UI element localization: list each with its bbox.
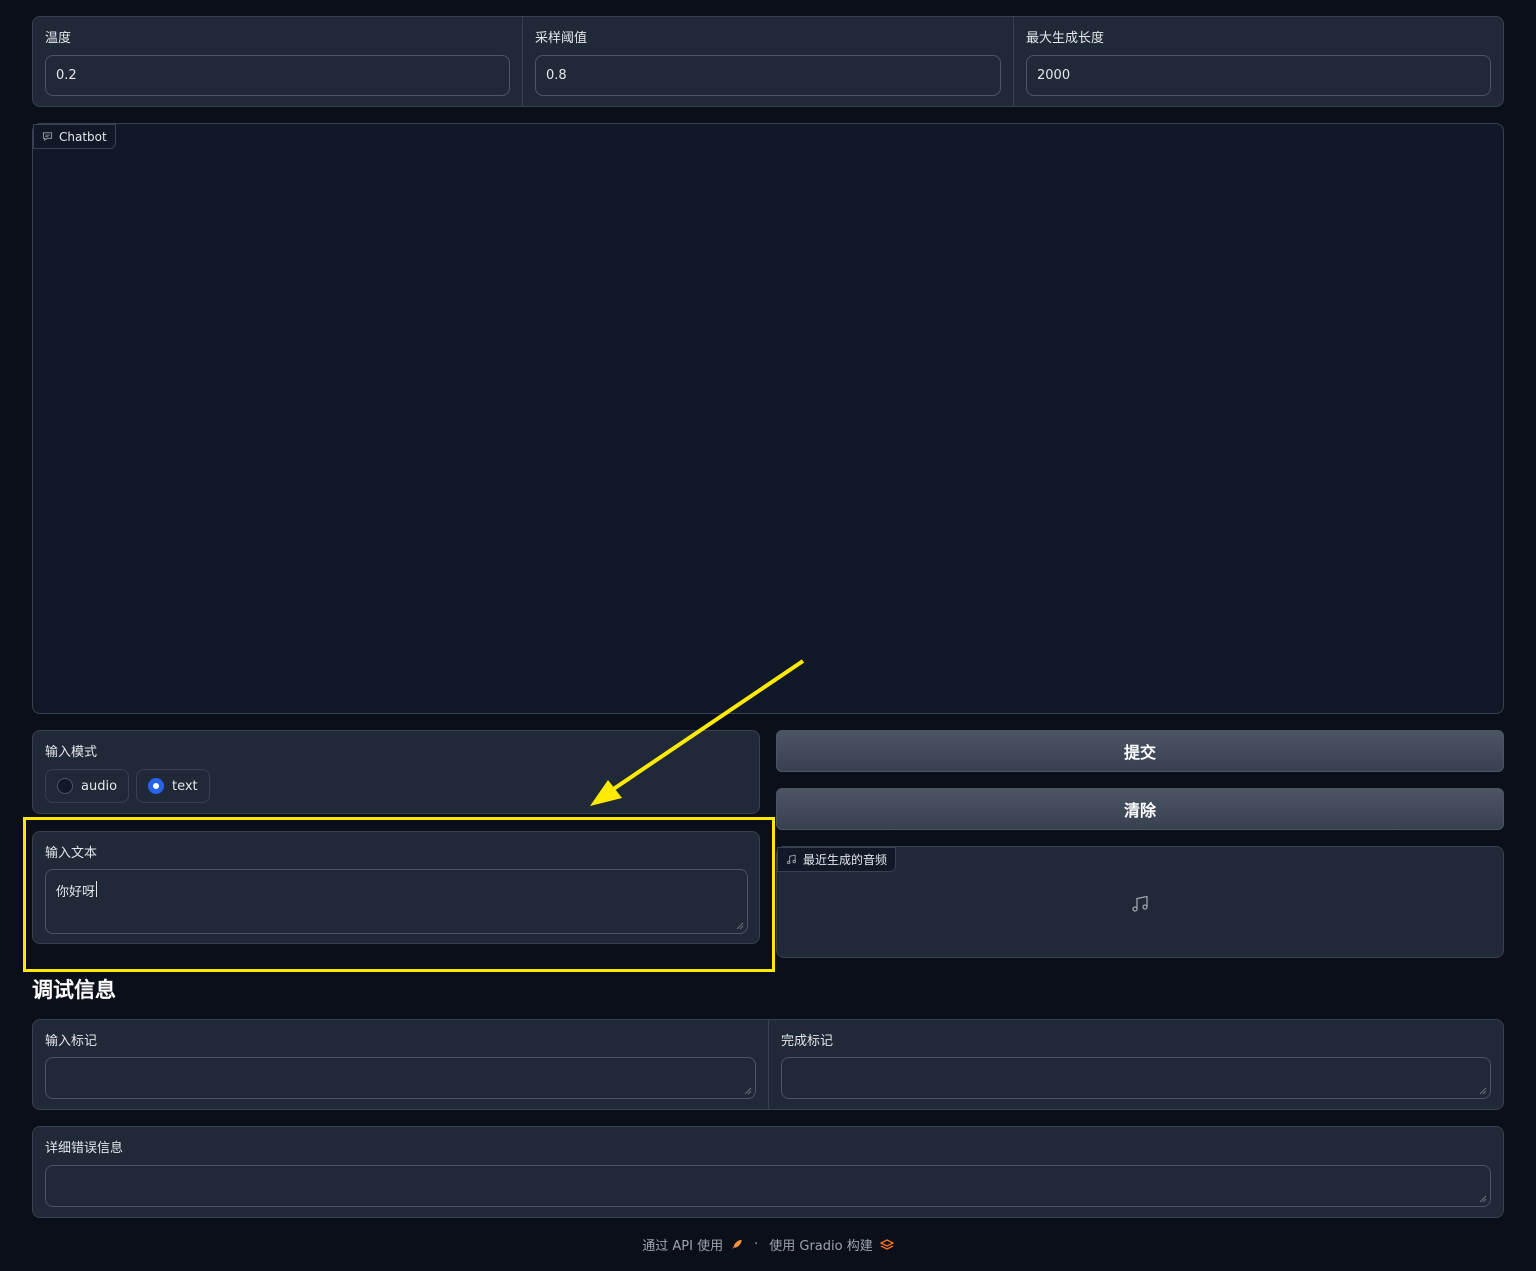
input-mode-label: 输入模式 <box>45 745 98 760</box>
api-link[interactable]: 通过 API 使用 <box>642 1235 723 1254</box>
footer: 通过 API 使用 · 使用 Gradio 构建 <box>0 1235 1536 1254</box>
error-detail-field[interactable] <box>45 1165 1491 1207</box>
completion-tokens-field[interactable] <box>781 1057 1491 1099</box>
highlight-box <box>23 817 775 972</box>
top-p-input[interactable]: 0.8 <box>535 55 1001 96</box>
completion-tokens-label: 完成标记 <box>781 1034 834 1049</box>
resize-grip-icon[interactable] <box>1479 1087 1487 1095</box>
radio-audio-circle[interactable] <box>57 778 73 794</box>
chat-icon <box>42 132 53 142</box>
audio-label: 最近生成的音频 <box>803 853 888 867</box>
radio-text[interactable]: text <box>136 769 210 803</box>
top-p-label: 采样阈值 <box>535 31 588 46</box>
audio-tag: 最近生成的音频 <box>777 847 897 872</box>
radio-text-circle[interactable] <box>148 778 164 794</box>
temperature-input[interactable]: 0.2 <box>45 55 510 96</box>
rocket-icon <box>731 1239 742 1250</box>
gradio-link[interactable]: 使用 Gradio 构建 <box>769 1235 872 1254</box>
gradio-logo-icon <box>879 1238 894 1250</box>
max-length-label: 最大生成长度 <box>1026 31 1105 46</box>
temperature-label: 温度 <box>45 31 72 46</box>
radio-audio[interactable]: audio <box>45 769 130 803</box>
chatbot-tag: Chatbot <box>33 124 116 149</box>
input-tokens-field[interactable] <box>45 1057 756 1099</box>
music-note-icon <box>1132 895 1148 912</box>
radio-audio-label: audio <box>81 778 118 794</box>
debug-heading: 调试信息 <box>32 978 116 1002</box>
music-note-icon <box>787 854 796 865</box>
input-tokens-label: 输入标记 <box>45 1034 98 1049</box>
resize-grip-icon[interactable] <box>1479 1195 1487 1203</box>
footer-separator: · <box>754 1237 759 1252</box>
divider <box>522 17 523 106</box>
error-detail-label: 详细错误信息 <box>45 1141 124 1156</box>
submit-button[interactable]: 提交 <box>776 730 1504 772</box>
clear-button[interactable]: 清除 <box>776 788 1504 830</box>
divider <box>768 1020 769 1109</box>
divider <box>1013 17 1014 106</box>
chatbot-label: Chatbot <box>59 129 107 144</box>
radio-text-label: text <box>172 778 198 794</box>
max-length-input[interactable]: 2000 <box>1026 55 1491 96</box>
chatbot-panel[interactable] <box>32 123 1504 714</box>
resize-grip-icon[interactable] <box>744 1087 752 1095</box>
